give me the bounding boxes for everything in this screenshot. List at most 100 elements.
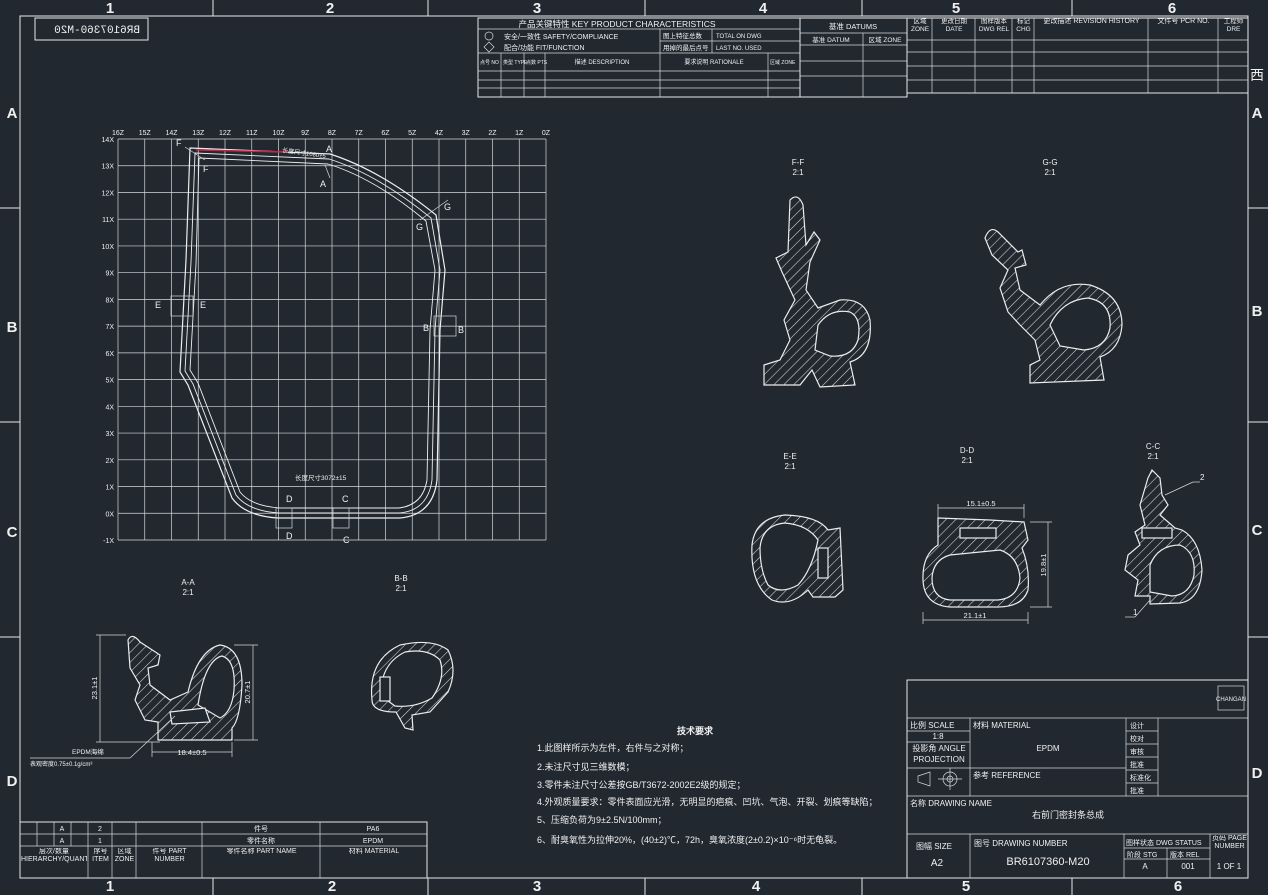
- kpc-table: 产品关键特性 KEY PRODUCT CHARACTERISTICS 安全/一致…: [477, 17, 801, 98]
- svg-text:4: 4: [752, 878, 761, 895]
- grid-y-label: 2X: [105, 458, 114, 465]
- svg-text:设计: 设计: [1130, 721, 1144, 730]
- section-bb: B-B 2:1: [370, 574, 454, 731]
- grid-y-label: 8X: [105, 297, 114, 304]
- svg-text:标准化: 标准化: [1130, 773, 1151, 782]
- svg-text:TOTAL ON DWG: TOTAL ON DWG: [716, 34, 762, 40]
- grid-x-label: 12Z: [219, 130, 232, 137]
- svg-text:2:1: 2:1: [792, 168, 804, 177]
- grid-y-label: 12X: [102, 190, 115, 197]
- svg-text:配合/功能 FIT/FUNCTION: 配合/功能 FIT/FUNCTION: [504, 43, 585, 52]
- svg-text:EPDM: EPDM: [363, 838, 383, 845]
- svg-text:安全/一致性 SAFETY/COMPLIANCE: 安全/一致性 SAFETY/COMPLIANCE: [504, 32, 619, 41]
- seal-outline: [179, 147, 446, 519]
- grid-x-label: 2Z: [488, 130, 497, 137]
- zone-ticks: [0, 0, 1268, 895]
- grid-y-label: 6X: [105, 351, 114, 358]
- svg-text:A: A: [60, 838, 65, 845]
- grid-y-label: -1X: [103, 538, 114, 545]
- svg-text:D: D: [286, 531, 293, 541]
- svg-text:比例 SCALE: 比例 SCALE: [910, 720, 954, 730]
- svg-text:类型 TYPE: 类型 TYPE: [503, 59, 528, 66]
- svg-text:A: A: [320, 179, 326, 189]
- svg-text:C-C: C-C: [1146, 442, 1160, 451]
- bottom-length-dim: 长度尺寸3072±15: [295, 473, 347, 482]
- grid-x-label: 13Z: [192, 130, 205, 137]
- svg-text:材料 MATERIAL: 材料 MATERIAL: [973, 720, 1031, 730]
- svg-text:6、耐臭氧性为拉伸20%，(40±2)℃，72h，臭氧浓度(: 6、耐臭氧性为拉伸20%，(40±2)℃，72h，臭氧浓度(2±0.2)×10⁻…: [537, 834, 842, 845]
- plan-view: 16Z 15Z 14Z 13Z 12Z 11Z 10Z 9Z 8Z 7Z 6Z 5Z 4Z 3Z 2Z 1Z 0…: [102, 130, 551, 545]
- svg-text:A: A: [1142, 862, 1148, 871]
- svg-text:001: 001: [1181, 862, 1195, 871]
- svg-text:用掉的最后点号: 用掉的最后点号: [663, 43, 709, 52]
- grid-x-label: 1Z: [515, 130, 524, 137]
- grid-x-labels: 16Z 15Z 14Z 13Z 12Z 11Z 10Z 9Z 8Z 7Z 6Z 5Z 4Z 3Z 2Z 1Z 0…: [112, 130, 551, 137]
- svg-text:A: A: [326, 144, 332, 154]
- svg-text:5: 5: [962, 878, 970, 895]
- section-gg: G-G 2:1: [984, 158, 1123, 384]
- svg-text:2:1: 2:1: [182, 588, 194, 597]
- section-cc: C-C 2:1 2 1: [1124, 442, 1205, 618]
- svg-text:D: D: [286, 494, 293, 504]
- svg-text:20.7±1: 20.7±1: [243, 681, 252, 704]
- svg-text:23.1±1: 23.1±1: [90, 677, 99, 700]
- grid-x-label: 9Z: [301, 130, 310, 137]
- grid-x-label: 8Z: [328, 130, 337, 137]
- grid-y-label: 1X: [105, 485, 114, 492]
- grid-x-label: 15Z: [139, 130, 152, 137]
- west-glyph: 西: [1250, 67, 1264, 83]
- mirrored-part-id: BR6107360-M20: [34, 17, 149, 41]
- svg-text:基准 DATUM: 基准 DATUM: [812, 35, 849, 44]
- svg-text:B: B: [1252, 303, 1263, 320]
- start-marker-red: [195, 149, 289, 153]
- svg-text:3: 3: [533, 0, 541, 17]
- svg-text:A: A: [1252, 105, 1263, 122]
- grid-y-label: 3X: [105, 431, 114, 438]
- svg-text:5: 5: [952, 0, 960, 17]
- svg-text:3.零件未注尺寸公差按GB/T3672-2002E2级的规定: 3.零件未注尺寸公差按GB/T3672-2002E2级的规定；: [537, 779, 746, 790]
- svg-text:C: C: [343, 535, 350, 545]
- svg-text:6: 6: [1168, 0, 1176, 17]
- grid-y-label: 4X: [105, 404, 114, 411]
- svg-text:1: 1: [98, 838, 102, 845]
- svg-text:15.1±0.5: 15.1±0.5: [966, 499, 995, 508]
- grid-x-label: 14Z: [165, 130, 178, 137]
- svg-text:6: 6: [1174, 878, 1182, 895]
- svg-text:技术要求: 技术要求: [677, 725, 714, 736]
- grid-x-label: 11Z: [246, 130, 258, 137]
- svg-text:LAST NO. USED: LAST NO. USED: [716, 46, 762, 52]
- svg-text:A: A: [60, 826, 65, 833]
- grid-y-label: 11X: [102, 217, 114, 224]
- svg-text:2:1: 2:1: [395, 584, 407, 593]
- svg-text:名称 DRAWING NAME: 名称 DRAWING NAME: [910, 798, 992, 808]
- svg-text:BR6107360-M20: BR6107360-M20: [54, 25, 140, 37]
- grid-y-label: 9X: [105, 271, 114, 278]
- svg-text:2: 2: [1200, 473, 1205, 482]
- svg-text:阶段 STG: 阶段 STG: [1127, 850, 1157, 859]
- technical-requirements: 技术要求 1.此图样所示为左件，右件与之对称； 2.未注尺寸见三维数模； 3.零…: [537, 725, 878, 845]
- grid-y-label: 5X: [105, 378, 114, 385]
- svg-text:参考 REFERENCE: 参考 REFERENCE: [973, 770, 1041, 780]
- svg-text:描述 DESCRIPTION: 描述 DESCRIPTION: [575, 58, 630, 66]
- svg-text:图号 DRAWING NUMBER: 图号 DRAWING NUMBER: [974, 839, 1068, 848]
- svg-text:PA6: PA6: [367, 826, 380, 833]
- svg-text:点号 NO: 点号 NO: [480, 60, 499, 66]
- svg-text:B-B: B-B: [394, 574, 407, 583]
- svg-text:右前门密封条总成: 右前门密封条总成: [1032, 809, 1104, 820]
- projection-symbol-icon: [917, 768, 962, 790]
- svg-text:21.1±1: 21.1±1: [964, 611, 987, 620]
- grid-x-label: 10Z: [272, 130, 285, 137]
- svg-text:2:1: 2:1: [1147, 452, 1159, 461]
- logo-text: CHANGAN: [1216, 697, 1246, 703]
- svg-text:区域 ZONE: 区域 ZONE: [869, 35, 903, 44]
- svg-text:1: 1: [106, 0, 114, 17]
- svg-text:C: C: [7, 524, 18, 541]
- section-dd: D-D 2:1 15.1±0.5 21.1±1 19.8±1: [922, 446, 1052, 624]
- svg-text:图幅 SIZE: 图幅 SIZE: [916, 841, 952, 851]
- svg-text:2:1: 2:1: [784, 462, 796, 471]
- svg-text:2:1: 2:1: [961, 456, 973, 465]
- grid-x-label: 0Z: [542, 130, 551, 137]
- svg-text:图样状态 DWG STATUS: 图样状态 DWG STATUS: [1126, 838, 1202, 847]
- svg-text:件号: 件号: [254, 824, 268, 833]
- svg-text:2: 2: [326, 0, 334, 17]
